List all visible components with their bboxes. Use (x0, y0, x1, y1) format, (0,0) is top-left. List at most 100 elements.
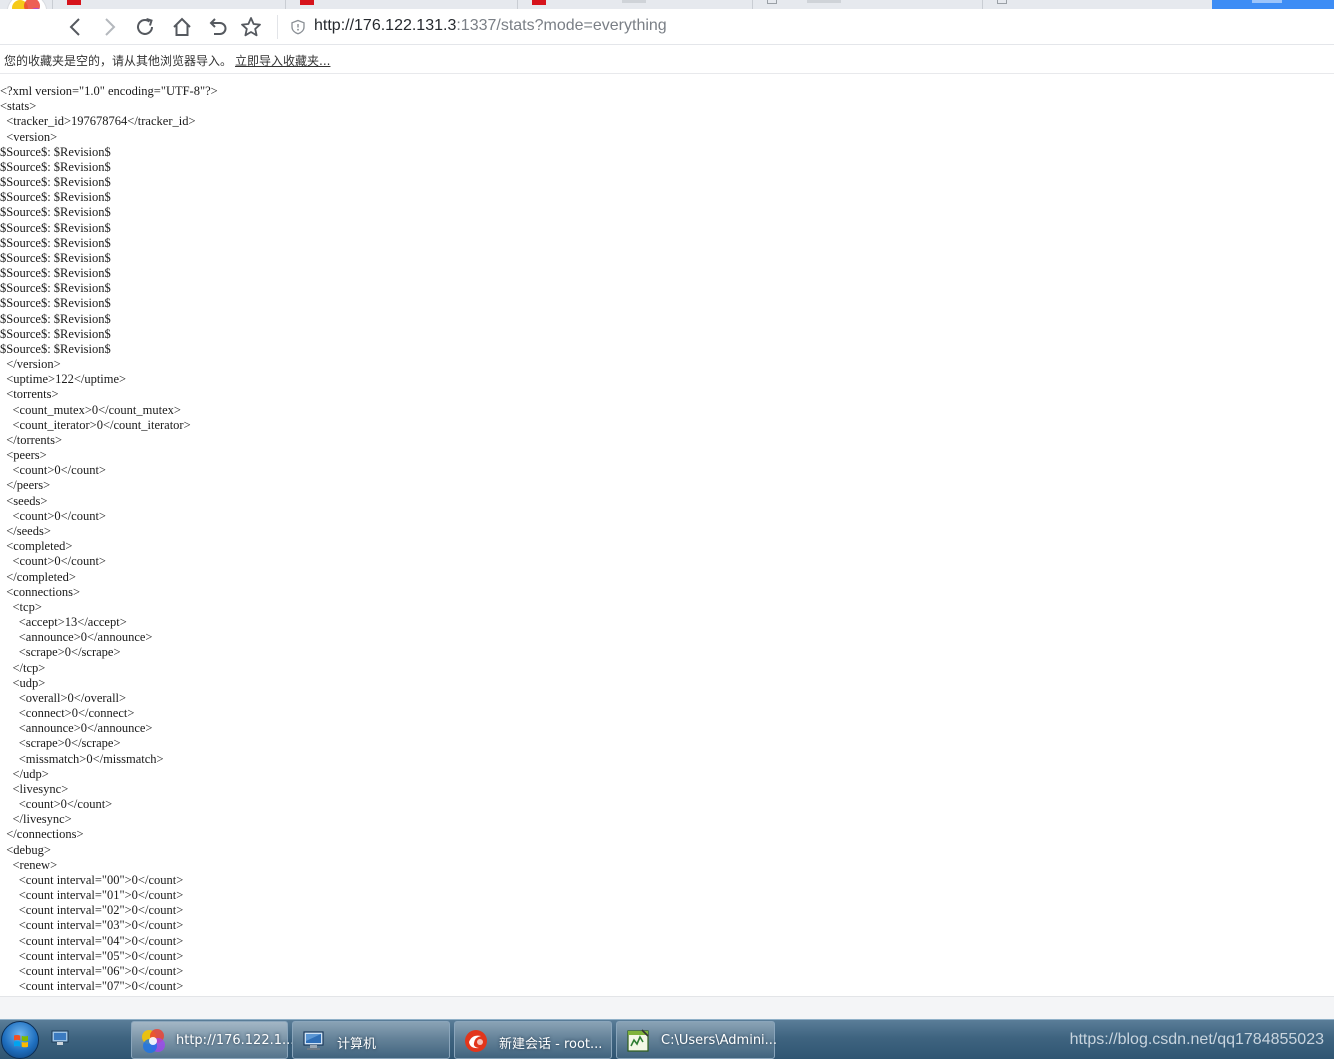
xml-line: <accept>13</accept> (0, 615, 127, 630)
back-icon (69, 18, 80, 36)
taskbar-item-label: 计算机 (337, 1037, 377, 1052)
tab-favicon-icon (532, 0, 546, 5)
xml-line: </completed> (0, 569, 76, 584)
xml-line: <announce>0</announce> (0, 721, 153, 736)
tab-3[interactable] (517, 0, 752, 9)
tab-1[interactable] (52, 0, 299, 9)
xml-line: $Source$: $Revision$ (0, 190, 111, 205)
xml-line: $Source$: $Revision$ (0, 311, 111, 326)
xml-line: </seeds> (0, 523, 51, 538)
tab-favicon-icon (67, 0, 81, 5)
xml-line: </udp> (0, 766, 49, 781)
status-bar (0, 996, 1334, 1019)
taskbar-item-label: http://176.122.1... (176, 1033, 295, 1048)
session-icon (465, 1030, 487, 1052)
home-button[interactable] (168, 14, 196, 40)
xml-line: </livesync> (0, 812, 72, 827)
xml-line: <livesync> (0, 781, 69, 796)
tab-5[interactable] (982, 0, 1212, 9)
xml-line: <count_iterator>0</count_iterator> (0, 417, 191, 432)
browser-icon (142, 1029, 165, 1053)
tab-active[interactable] (1212, 0, 1334, 9)
import-bookmarks-link[interactable]: 立即导入收藏夹... (235, 52, 330, 69)
xml-line: $Source$: $Revision$ (0, 250, 111, 265)
xml-line: $Source$: $Revision$ (0, 144, 111, 159)
nav-divider (277, 15, 278, 39)
tab-strip (0, 0, 1334, 9)
favorite-button[interactable] (237, 14, 265, 40)
xml-line: <count interval="00">0</count> (0, 872, 184, 887)
xml-line: <debug> (0, 842, 51, 857)
xml-line: <peers> (0, 448, 47, 463)
computer-icon (303, 1031, 324, 1050)
home-icon (173, 17, 191, 36)
forward-button[interactable] (95, 14, 123, 40)
tab-favicon-icon (767, 0, 777, 4)
shield-icon[interactable] (290, 19, 306, 35)
xml-line: <version> (0, 129, 58, 144)
xml-line: $Source$: $Revision$ (0, 220, 111, 235)
star-icon (241, 17, 261, 37)
forward-icon (105, 18, 116, 36)
windows-taskbar: http://176.122.1... 计算机 新建会话 - root... C… (0, 1019, 1334, 1059)
navigation-bar: http://176.122.131.3:1337/stats?mode=eve… (0, 9, 1334, 45)
xml-document: <?xml version="1.0" encoding="UTF-8"?> <s… (0, 84, 218, 994)
xml-line: $Source$: $Revision$ (0, 235, 111, 250)
xml-line: <missmatch>0</missmatch> (0, 751, 164, 766)
reload-button[interactable] (131, 14, 159, 40)
reload-icon (137, 18, 153, 35)
watermark-text: https://blog.csdn.net/qq1784855023 (1069, 1031, 1324, 1048)
address-bar[interactable]: http://176.122.131.3:1337/stats?mode=eve… (314, 17, 667, 35)
xml-line: <seeds> (0, 493, 48, 508)
tab-favicon-icon (300, 0, 314, 5)
bookmarks-empty-message: 您的收藏夹是空的，请从其他浏览器导入。 (4, 54, 233, 68)
xml-line: <count_mutex>0</count_mutex> (0, 402, 181, 417)
xml-line: $Source$: $Revision$ (0, 175, 111, 190)
xml-line: <count>0</count> (0, 463, 106, 478)
tab-title (807, 0, 841, 3)
xml-line: <count interval="02">0</count> (0, 903, 184, 918)
xml-line: <scrape>0</scrape> (0, 736, 121, 751)
xml-line: <count>0</count> (0, 508, 106, 523)
xml-line: $Source$: $Revision$ (0, 326, 111, 341)
xml-line: $Source$: $Revision$ (0, 205, 111, 220)
xml-line: </peers> (0, 478, 51, 493)
taskbar-item-terminal[interactable]: C:\Users\Admini... (616, 1021, 778, 1059)
bookmarks-bar: 您的收藏夹是空的，请从其他浏览器导入。 立即导入收藏夹... (0, 45, 1334, 74)
tab-title (622, 0, 646, 3)
undo-button[interactable] (203, 14, 231, 40)
undo-icon (209, 18, 227, 35)
taskbar-item-label: C:\Users\Admini... (661, 1033, 778, 1048)
page-content: <?xml version="1.0" encoding="UTF-8"?> <s… (0, 74, 1334, 996)
xml-line: <connections> (0, 584, 81, 599)
show-desktop-icon[interactable] (50, 1029, 70, 1047)
xml-line: <tracker_id>197678764</tracker_id> (0, 114, 196, 129)
xml-line: <stats> (0, 99, 37, 114)
taskbar-item-session[interactable]: 新建会话 - root... (454, 1021, 612, 1059)
taskbar-item-browser[interactable]: http://176.122.1... (131, 1021, 294, 1059)
start-button[interactable] (1, 1021, 39, 1059)
xml-line: <?xml version="1.0" encoding="UTF-8"?> (0, 84, 218, 98)
xml-line: <scrape>0</scrape> (0, 645, 121, 660)
xml-line: $Source$: $Revision$ (0, 266, 111, 281)
xml-line: <count interval="06">0</count> (0, 963, 184, 978)
xml-line: $Source$: $Revision$ (0, 159, 111, 174)
xml-line: </connections> (0, 827, 84, 842)
xml-line: $Source$: $Revision$ (0, 341, 111, 356)
xml-line: <renew> (0, 857, 58, 872)
xml-line: <completed> (0, 539, 73, 554)
tab-4[interactable] (752, 0, 982, 9)
xml-line: <count interval="01">0</count> (0, 888, 184, 903)
xml-line: <count>0</count> (0, 554, 106, 569)
taskbar-item-computer[interactable]: 计算机 (292, 1021, 450, 1059)
xml-line: <count>0</count> (0, 797, 113, 812)
xml-line: <connect>0</connect> (0, 706, 135, 721)
xml-line: $Source$: $Revision$ (0, 281, 111, 296)
xml-line: <overall>0</overall> (0, 690, 127, 705)
xml-line: <udp> (0, 675, 46, 690)
xml-line: </torrents> (0, 432, 63, 447)
tab-2[interactable] (285, 0, 515, 9)
back-button[interactable] (62, 14, 90, 40)
tab-title (1252, 0, 1282, 3)
xml-line: <count interval="07">0</count> (0, 979, 184, 994)
